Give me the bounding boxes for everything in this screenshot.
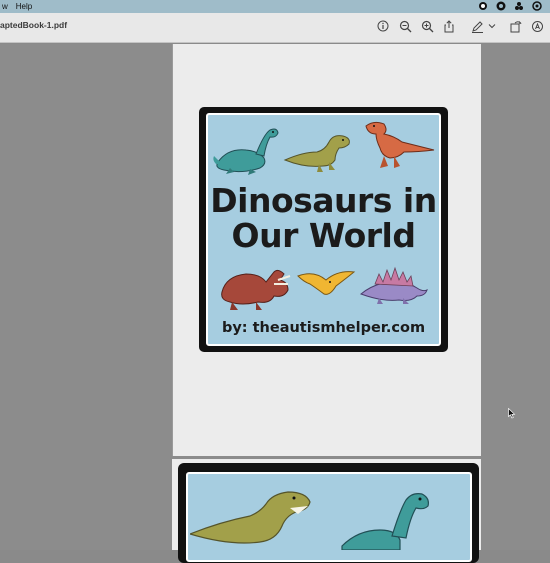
plesiosaur-illustration <box>213 128 279 175</box>
stegosaurus-illustration <box>360 266 428 304</box>
cloud-icon[interactable] <box>514 1 524 11</box>
book-title: Dinosaurs in Our World <box>206 183 441 253</box>
window-toolbar: aptedBook-1.pdf <box>0 13 550 43</box>
zoom-out-icon[interactable] <box>398 19 412 33</box>
book-byline: by: theautismhelper.com <box>221 320 426 336</box>
pen-icon[interactable] <box>470 19 484 33</box>
chevron-down-icon[interactable] <box>488 19 496 33</box>
book-title-line-1: Dinosaurs in <box>210 181 437 220</box>
book-title-line-2: Our World <box>231 216 416 255</box>
toolbar-tools <box>368 19 544 33</box>
trex-orange-illustration <box>365 121 435 168</box>
pterodactyl-illustration <box>297 271 356 295</box>
record-icon[interactable] <box>478 1 488 11</box>
mouse-cursor-icon <box>508 408 516 419</box>
share-icon[interactable] <box>442 19 456 33</box>
rotate-icon[interactable] <box>508 19 522 33</box>
menu-item-window[interactable]: w <box>0 2 14 11</box>
document-title: aptedBook-1.pdf <box>0 20 68 30</box>
trex-large-illustration <box>190 491 311 544</box>
menu-item-help[interactable]: Help <box>14 2 38 11</box>
search-icon[interactable] <box>530 19 544 33</box>
zoom-in-icon[interactable] <box>420 19 434 33</box>
settings-icon[interactable] <box>532 1 542 11</box>
chat-icon[interactable] <box>496 1 506 11</box>
status-icons <box>478 1 542 11</box>
triceratops-illustration <box>221 269 291 310</box>
trex-yellow-illustration <box>283 135 350 172</box>
plesiosaur-large-illustration <box>341 493 429 550</box>
info-icon[interactable] <box>376 19 390 33</box>
menu-bar: w Help <box>0 0 550 13</box>
